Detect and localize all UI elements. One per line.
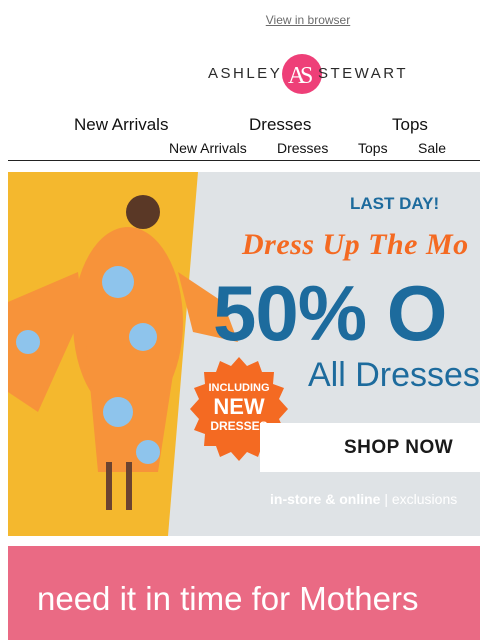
primary-nav: New Arrivals Dresses Tops — [0, 115, 480, 135]
hero-footnote: in-store & online | exclusions — [270, 491, 457, 507]
primary-nav-tops[interactable]: Tops — [392, 115, 428, 135]
secondary-nav-new-arrivals[interactable]: New Arrivals — [169, 140, 247, 156]
mothers-day-banner[interactable]: need it in time for Mothers — [8, 546, 480, 640]
view-in-browser-link[interactable]: View in browser — [0, 13, 480, 27]
logo-word-ashley: ASHLEY — [208, 65, 283, 82]
footnote-channels: in-store & online — [270, 491, 381, 507]
footnote-exclusions: | exclusions — [380, 491, 458, 507]
secondary-nav: New Arrivals Dresses Tops Sale — [0, 140, 480, 156]
shop-now-button[interactable]: SHOP NOW — [260, 423, 480, 472]
badge-line-new: NEW — [213, 394, 265, 419]
primary-nav-new-arrivals[interactable]: New Arrivals — [74, 115, 168, 135]
nav-divider — [8, 160, 480, 161]
hero-banner[interactable]: LAST DAY! Dress Up The Mo 50% O All Dres… — [8, 172, 480, 536]
hero-subline: All Dresses — [308, 356, 480, 394]
last-day-label: LAST DAY! — [350, 194, 440, 213]
badge-line-including: INCLUDING — [208, 382, 270, 394]
hero-discount: 50% O — [213, 269, 447, 357]
svg-text:S: S — [300, 63, 313, 89]
logo-word-stewart: STEWART — [318, 65, 409, 82]
ashley-stewart-logo[interactable]: ASHLEY A S STEWART — [208, 52, 408, 96]
secondary-nav-dresses[interactable]: Dresses — [277, 140, 328, 156]
primary-nav-dresses[interactable]: Dresses — [249, 115, 311, 135]
secondary-nav-sale[interactable]: Sale — [418, 140, 446, 156]
mothers-day-text: need it in time for Mothers — [37, 580, 419, 617]
hero-headline: Dress Up The Mo — [242, 228, 469, 261]
secondary-nav-tops[interactable]: Tops — [358, 140, 388, 156]
